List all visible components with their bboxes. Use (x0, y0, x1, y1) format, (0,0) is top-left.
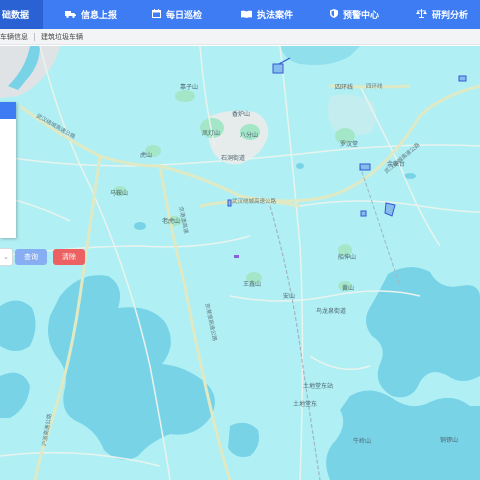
map-label-poi: 虎山 (140, 153, 153, 159)
map-label-road: 四环线 (366, 84, 383, 90)
calendar-icon (152, 9, 161, 20)
map-label-poi: 老虎山 (162, 219, 181, 225)
map-label-poi: 安山 (283, 294, 296, 300)
breadcrumb-separator (34, 32, 35, 41)
truck-icon (65, 10, 76, 20)
nav-item-analysis[interactable]: 研判分析 (391, 0, 480, 29)
query-toolbar: ⌄ 查询 清除 (0, 248, 85, 266)
map-label-poi: 黄山 (342, 286, 355, 292)
query-button[interactable]: 查询 (15, 249, 47, 265)
nav-item-label: 研判分析 (432, 10, 469, 20)
chevron-down-icon: ⌄ (3, 254, 9, 261)
top-navigation: 础数据 信息上报 每日巡检 执法案件 预警中心 研判分析 (0, 0, 480, 29)
nav-item-warning-center[interactable]: 预警中心 (304, 0, 391, 29)
nav-item-basic-data[interactable]: 础数据 (0, 0, 43, 29)
nav-item-label: 执法案件 (257, 10, 294, 20)
nav-item-info-report[interactable]: 信息上报 (43, 0, 128, 29)
clear-button[interactable]: 清除 (53, 249, 85, 265)
map-label-poi: 香炉山 (232, 112, 251, 118)
map-label-poi: 土地堂东站 (303, 384, 334, 390)
map-label-poi: 八分山 (240, 133, 259, 139)
map-label-poi: 靠子山 (180, 85, 199, 91)
map-label-poi: 牛岭山 (353, 439, 372, 445)
breadcrumb-item[interactable]: 车辆信息 (0, 32, 28, 42)
map-label-poi: 马鞍山 (110, 191, 129, 197)
map-view[interactable]: 靠子山 凤灯山 八分山 石洞街道 香炉山 虎山 马鞍山 四环线 罗汉堂 老虎山 … (0, 46, 480, 480)
book-icon (241, 10, 252, 20)
map-label-poi: 四环线 (335, 85, 354, 91)
nav-item-label: 每日巡检 (166, 10, 203, 20)
vehicle-list-panel (0, 102, 16, 238)
map-label-poi: 罗汉堂 (340, 142, 359, 148)
map-label-poi: 船伸山 (338, 255, 357, 261)
nav-item-enforcement-cases[interactable]: 执法案件 (216, 0, 304, 29)
map-label-road: 武汉绕城高速公路 (232, 199, 277, 205)
map-label-poi: 凤灯山 (202, 131, 221, 137)
map-label-poi: 王鑫山 (243, 282, 262, 288)
map-label-poi: 土地堂东 (293, 402, 318, 408)
nav-item-daily-inspection[interactable]: 每日巡检 (128, 0, 216, 29)
scale-icon (416, 9, 427, 20)
map-label-poi: 铜锣山 (440, 438, 459, 444)
map-label-poi: 鸟龙泉街道 (316, 309, 347, 315)
panel-header (0, 102, 16, 119)
breadcrumb: 车辆信息 建筑垃圾车辆 (0, 29, 480, 45)
nav-item-label: 预警中心 (343, 10, 380, 20)
nav-item-label: 信息上报 (81, 10, 118, 20)
map-label-poi: 石洞街道 (221, 156, 246, 162)
breadcrumb-item-current: 建筑垃圾车辆 (41, 33, 83, 41)
nav-item-label: 础数据 (2, 10, 30, 20)
shield-icon (330, 9, 338, 20)
vehicle-select[interactable]: ⌄ (0, 248, 13, 266)
